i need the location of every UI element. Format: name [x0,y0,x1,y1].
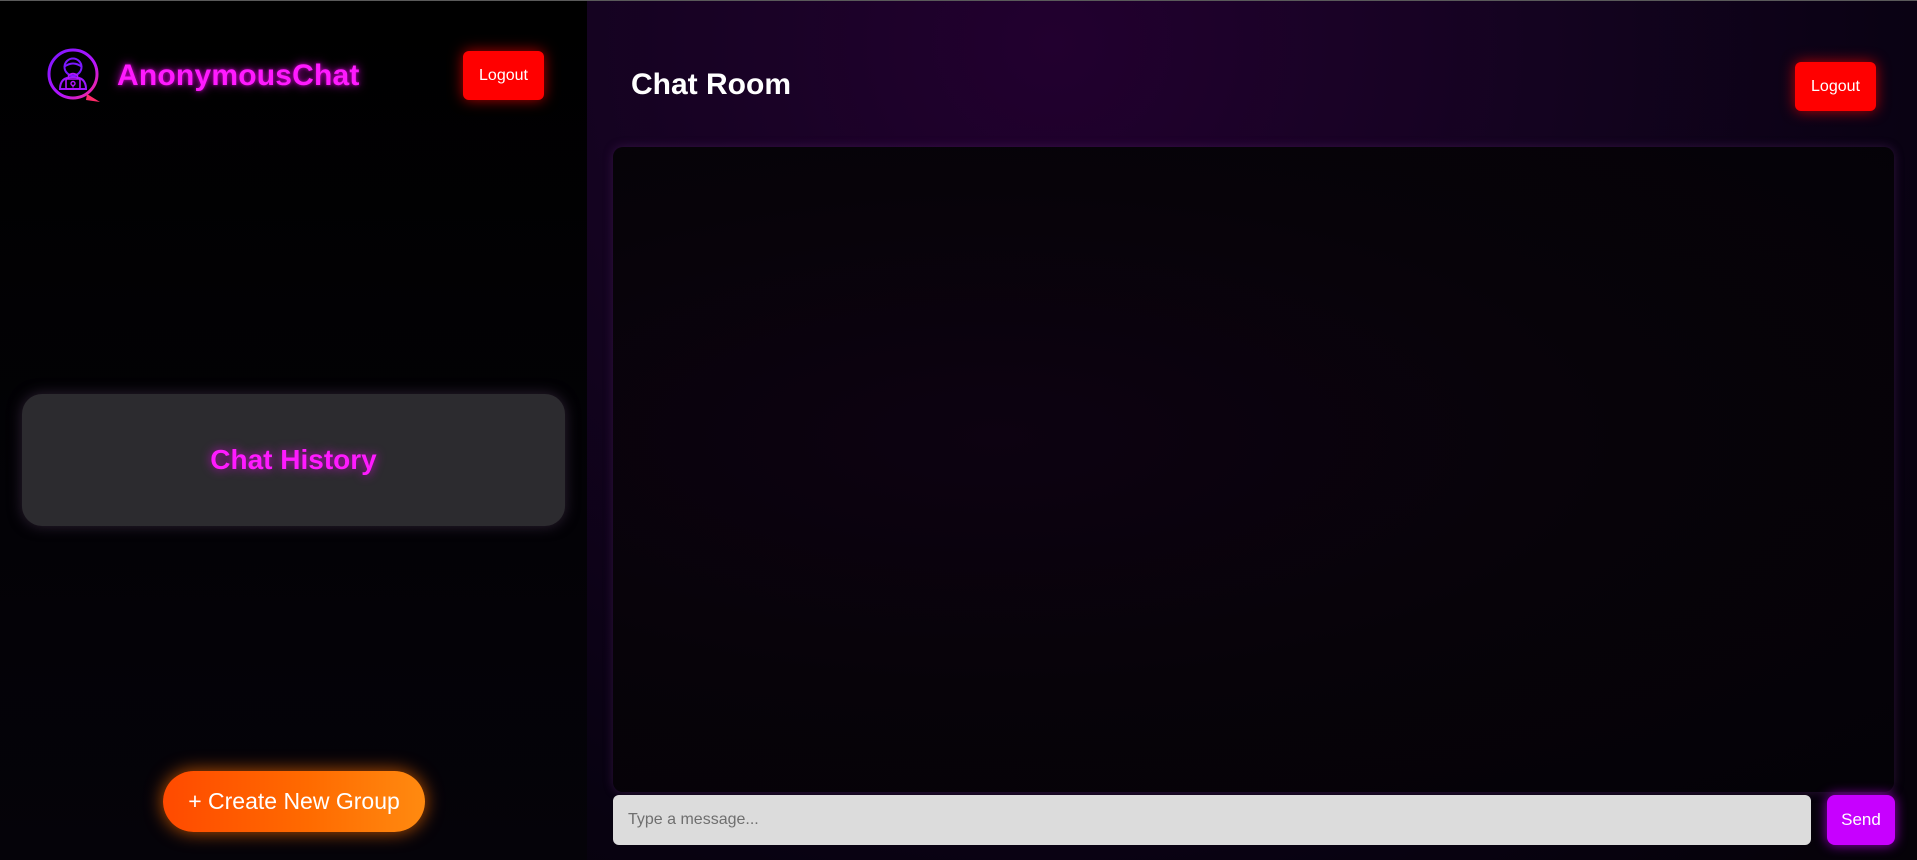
chat-main: Chat Room Logout Send [587,0,1917,860]
sidebar: AnonymousChat Logout Chat History + Crea… [0,0,587,860]
top-border [0,0,1917,1]
chat-history-card[interactable]: Chat History [22,394,565,526]
message-input[interactable] [613,795,1811,845]
create-new-group-button[interactable]: + Create New Group [163,771,425,832]
app-root: AnonymousChat Logout Chat History + Crea… [0,0,1917,860]
anonymous-chat-logo-icon [47,48,100,102]
brand-name: AnonymousChat [117,59,360,92]
send-button[interactable]: Send [1827,795,1895,845]
header-logout-button[interactable]: Logout [1795,62,1876,111]
sidebar-logout-button[interactable]: Logout [463,51,544,100]
brand[interactable]: AnonymousChat [46,47,360,105]
message-list[interactable] [613,147,1894,792]
message-composer: Send [613,795,1895,845]
chat-room-title: Chat Room [631,68,791,101]
chat-history-title: Chat History [210,444,377,475]
